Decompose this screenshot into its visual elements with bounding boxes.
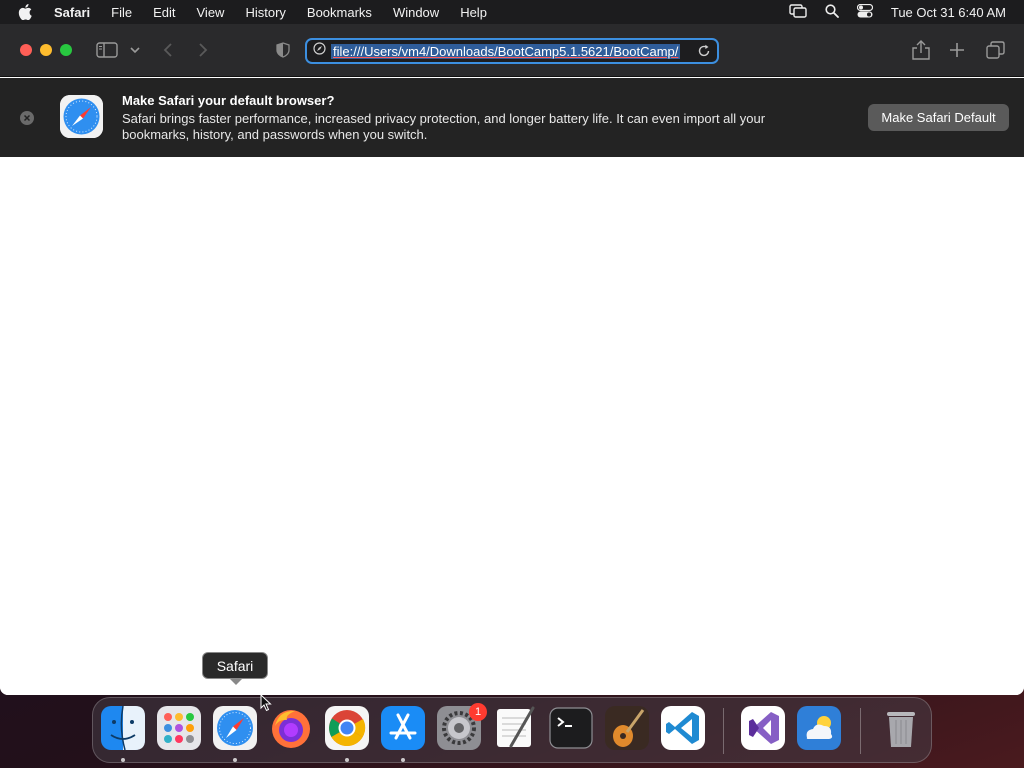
dock-weather-icon[interactable]	[797, 706, 841, 750]
dock-textedit-icon[interactable]	[493, 706, 537, 750]
window-maximize-button[interactable]	[60, 44, 72, 56]
running-indicator	[345, 758, 349, 762]
address-bar[interactable]: file:///Users/vm4/Downloads/BootCamp5.1.…	[305, 38, 719, 64]
running-indicator	[401, 758, 405, 762]
dock-tooltip-label: Safari	[216, 657, 254, 674]
menu-file[interactable]: File	[111, 5, 132, 20]
safari-toolbar: file:///Users/vm4/Downloads/BootCamp5.1.…	[0, 24, 1024, 77]
dock-visual-studio-icon[interactable]	[741, 706, 785, 750]
menu-bar: Safari File Edit View History Bookmarks …	[0, 0, 1024, 24]
safari-window: file:///Users/vm4/Downloads/BootCamp5.1.…	[0, 24, 1024, 695]
dock-launchpad-icon[interactable]	[157, 706, 201, 750]
menu-window[interactable]: Window	[393, 5, 439, 20]
window-close-button[interactable]	[20, 44, 32, 56]
share-icon[interactable]	[912, 40, 930, 60]
tab-overview-icon[interactable]	[986, 41, 1005, 59]
dock-garageband-icon[interactable]	[605, 706, 649, 750]
dock-firefox-icon[interactable]	[269, 706, 313, 750]
apple-menu-icon[interactable]	[18, 4, 40, 20]
control-center-icon[interactable]	[856, 3, 873, 21]
menu-help[interactable]: Help	[460, 5, 487, 20]
menu-app-safari[interactable]: Safari	[54, 5, 90, 20]
spotlight-search-icon[interactable]	[825, 3, 839, 21]
dock-chrome-icon[interactable]	[325, 706, 369, 750]
dock-separator	[860, 708, 861, 754]
back-chevron-icon[interactable]	[163, 42, 173, 58]
new-tab-plus-icon[interactable]	[949, 42, 965, 58]
forward-chevron-icon[interactable]	[198, 42, 208, 58]
safari-compass-icon	[60, 95, 103, 138]
banner-close-icon[interactable]	[20, 111, 34, 125]
mouse-pointer-icon	[260, 693, 272, 717]
address-bar-url[interactable]: file:///Users/vm4/Downloads/BootCamp5.1.…	[331, 43, 681, 59]
menu-history[interactable]: History	[245, 5, 285, 20]
dock-vscode-icon[interactable]	[661, 706, 705, 750]
dock: 1	[92, 697, 932, 763]
reload-icon[interactable]	[697, 44, 711, 63]
dock-terminal-icon[interactable]	[549, 706, 593, 750]
compass-icon	[313, 42, 326, 60]
dock-trash-icon[interactable]	[879, 706, 923, 750]
dock-safari-icon[interactable]	[213, 706, 257, 750]
banner-body: Safari brings faster performance, increa…	[122, 111, 766, 142]
default-browser-banner: Make Safari your default browser? Safari…	[0, 78, 1024, 157]
running-indicator	[121, 758, 125, 762]
menu-bar-clock[interactable]: Tue Oct 31 6:40 AM	[891, 5, 1006, 20]
tab-group-chevron-down-icon[interactable]	[130, 46, 140, 54]
dock-app-store-icon[interactable]	[381, 706, 425, 750]
menu-bookmarks[interactable]: Bookmarks	[307, 5, 372, 20]
notification-badge: 1	[469, 703, 487, 721]
running-indicator	[233, 758, 237, 762]
dock-separator	[723, 708, 724, 754]
dock-finder-icon[interactable]	[101, 705, 145, 751]
tooltip-arrow	[229, 678, 243, 685]
privacy-shield-icon[interactable]	[276, 42, 290, 58]
banner-title: Make Safari your default browser?	[122, 93, 335, 108]
menu-view[interactable]: View	[197, 5, 225, 20]
sidebar-toggle-icon[interactable]	[96, 42, 118, 58]
menu-edit[interactable]: Edit	[153, 5, 175, 20]
make-safari-default-button[interactable]: Make Safari Default	[868, 104, 1009, 131]
screen-mirroring-icon[interactable]	[789, 3, 807, 21]
window-minimize-button[interactable]	[40, 44, 52, 56]
page-content-area[interactable]	[0, 157, 1024, 695]
dock-tooltip: Safari	[202, 652, 268, 685]
